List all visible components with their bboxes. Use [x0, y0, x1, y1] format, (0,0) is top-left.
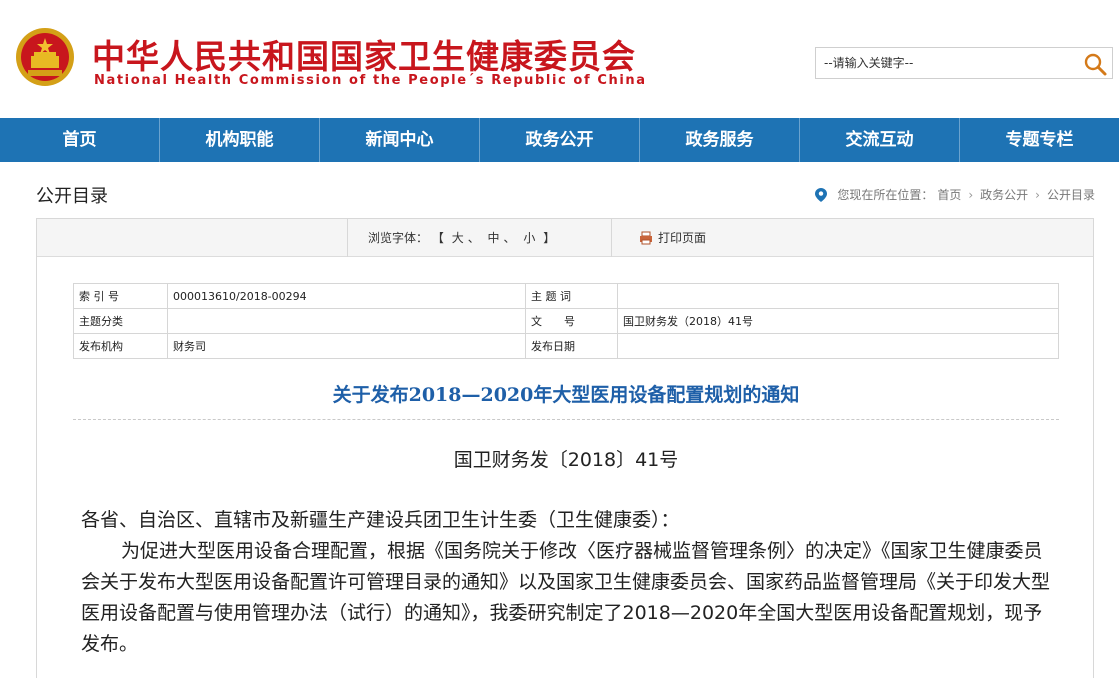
- article-toolbar: 浏览字体： 【 大、 中、 小 】 打印页面: [37, 219, 1093, 257]
- meta-value: [617, 333, 1059, 359]
- meta-key: 发布机构: [73, 333, 168, 359]
- divider: [73, 419, 1059, 420]
- print-label: 打印页面: [658, 231, 707, 245]
- meta-value: [617, 283, 1059, 309]
- printer-icon: [640, 231, 652, 245]
- meta-key: 主 题 词: [525, 283, 618, 309]
- table-row: 索 引 号 000013610/2018-00294 主 题 词: [73, 283, 1059, 309]
- search-input[interactable]: [816, 48, 1076, 78]
- font-size-label: 浏览字体：: [368, 231, 429, 245]
- content-frame: 浏览字体： 【 大、 中、 小 】 打印页面 索 引 号 000013610/2…: [36, 218, 1094, 678]
- table-row: 发布机构 财务司 发布日期: [73, 333, 1059, 359]
- document-body: 各省、自治区、直辖市及新疆生产建设兵团卫生计生委（卫生健康委）： 为促进大型医用…: [81, 505, 1061, 660]
- font-size-large[interactable]: 大: [452, 231, 464, 245]
- breadcrumb: 您现在所在位置： 首页 › 政务公开 › 公开目录: [815, 186, 1095, 203]
- nav-item-home[interactable]: 首页: [0, 118, 160, 162]
- meta-key: 文 号: [525, 308, 618, 334]
- breadcrumb-government-affairs[interactable]: 政务公开: [980, 186, 1028, 203]
- breadcrumb-home[interactable]: 首页: [937, 186, 961, 203]
- font-size-selector: 浏览字体： 【 大、 中、 小 】: [347, 219, 612, 257]
- meta-value: 国卫财务发（2018）41号: [617, 308, 1059, 334]
- breadcrumb-catalog[interactable]: 公开目录: [1047, 186, 1095, 203]
- search-box: [815, 47, 1113, 79]
- body-paragraph: 为促进大型医用设备合理配置，根据《国务院关于修改〈医疗器械监督管理条例〉的决定》…: [81, 540, 1051, 655]
- meta-value: 000013610/2018-00294: [167, 283, 526, 309]
- breadcrumb-prefix: 您现在所在位置：: [837, 188, 934, 202]
- site-title-cn[interactable]: 中华人民共和国国家卫生健康委员会: [92, 30, 636, 78]
- main-nav: 首页 机构职能 新闻中心 政务公开 政务服务 交流互动 专题专栏: [0, 118, 1119, 162]
- section-title: 公开目录: [36, 186, 108, 207]
- location-pin-icon: [815, 187, 828, 202]
- bracket-close: 】: [543, 231, 556, 245]
- print-button[interactable]: 打印页面: [639, 219, 706, 257]
- nav-item-government-affairs[interactable]: 政务公开: [480, 118, 640, 162]
- meta-key: 主题分类: [73, 308, 168, 334]
- document-number: 国卫财务发〔2018〕41号: [453, 449, 679, 471]
- bracket-open: 【: [431, 231, 444, 245]
- meta-key: 发布日期: [525, 333, 618, 359]
- nav-item-services[interactable]: 政务服务: [640, 118, 800, 162]
- table-row: 主题分类 文 号 国卫财务发（2018）41号: [73, 308, 1059, 334]
- nav-item-topics[interactable]: 专题专栏: [960, 118, 1119, 162]
- chevron-right-icon: ›: [968, 187, 974, 202]
- document-title: 关于发布2018—2020年大型医用设备配置规划的通知: [332, 384, 800, 406]
- font-size-small[interactable]: 小: [523, 231, 535, 245]
- nav-item-interaction[interactable]: 交流互动: [800, 118, 960, 162]
- nav-item-news[interactable]: 新闻中心: [320, 118, 480, 162]
- metadata-table: 索 引 号 000013610/2018-00294 主 题 词 主题分类 文 …: [73, 283, 1059, 359]
- site-header: 中华人民共和国国家卫生健康委员会 National Health Commiss…: [0, 0, 1119, 118]
- font-size-medium[interactable]: 中: [488, 231, 500, 245]
- search-icon[interactable]: [1082, 51, 1108, 77]
- site-title-en: National Health Commission of the People…: [94, 73, 647, 88]
- meta-key: 索 引 号: [73, 283, 168, 309]
- meta-value: 财务司: [167, 333, 526, 359]
- national-emblem-icon: [16, 28, 74, 86]
- salutation: 各省、自治区、直辖市及新疆生产建设兵团卫生计生委（卫生健康委）：: [81, 509, 680, 531]
- meta-value: [167, 308, 526, 334]
- chevron-right-icon: ›: [1035, 187, 1040, 202]
- nav-item-organization[interactable]: 机构职能: [160, 118, 320, 162]
